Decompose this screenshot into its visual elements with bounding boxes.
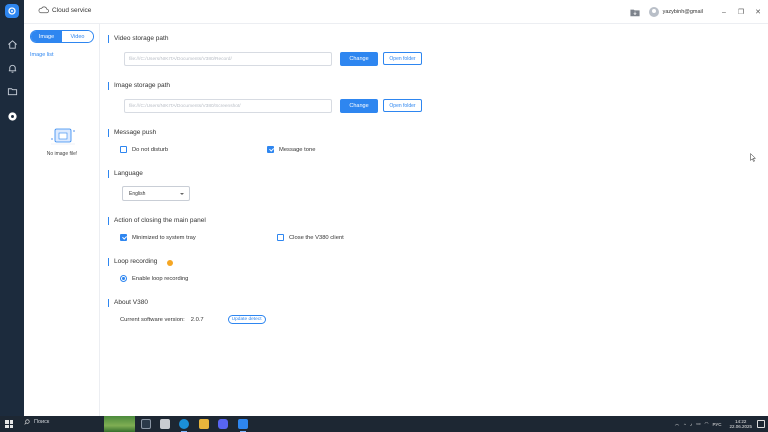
loop-recording-title: Loop recording	[108, 258, 157, 266]
checkbox-icon	[277, 234, 284, 241]
settings-panel: Video storage path file:///C:/Users/NIKI…	[100, 24, 768, 416]
edge-browser-icon[interactable]	[179, 419, 189, 432]
v380-app-window: Cloud service yazybinh@gmail – ❐ ✕ Image…	[0, 0, 768, 416]
video-path-field[interactable]: file:///C:/Users/NIKITA/Documents/V380/R…	[124, 52, 332, 66]
close-client-label: Close the V380 client	[289, 234, 344, 241]
download-folder-button[interactable]	[628, 5, 642, 19]
bell-icon	[8, 64, 16, 73]
start-button[interactable]	[5, 420, 13, 428]
windows-taskbar: Поиск ︿ ◔ ♪ ▭ ◠ РУС 14:22 22.06.2025	[0, 416, 768, 432]
message-tone-checkbox[interactable]: Message tone	[267, 146, 315, 153]
mouse-cursor-icon	[750, 153, 756, 162]
tab-image[interactable]: Image	[31, 31, 62, 42]
chevron-down-icon	[180, 193, 184, 195]
image-open-folder-button[interactable]: Open folder	[383, 99, 422, 112]
cloud-service-button[interactable]: Cloud service	[38, 6, 91, 14]
home-icon	[7, 39, 17, 49]
version-value: 2.0.7	[190, 316, 204, 323]
language-select[interactable]: English	[122, 186, 190, 201]
video-storage-title: Video storage path	[108, 35, 168, 43]
cloud-service-label: Cloud service	[52, 6, 92, 14]
media-panel: Image Video Image list No image file!	[24, 24, 100, 416]
media-type-toggle: Image Video	[30, 30, 94, 43]
checkbox-icon	[120, 146, 127, 153]
top-bar: Cloud service yazybinh@gmail – ❐ ✕	[24, 0, 768, 24]
minimize-to-tray-label: Minimized to system tray	[132, 234, 196, 241]
empty-state-text: No image file!	[46, 151, 78, 157]
cloud-icon	[38, 6, 49, 14]
checkbox-checked-icon	[267, 146, 274, 153]
message-push-title: Message push	[108, 129, 156, 137]
language-value: English	[129, 190, 146, 197]
image-change-button[interactable]: Change	[340, 99, 378, 113]
version-label: Current software version:	[120, 316, 185, 323]
closing-action-title: Action of closing the main panel	[108, 217, 206, 225]
discord-app-icon[interactable]	[218, 419, 228, 429]
home-nav-button[interactable]	[4, 36, 20, 52]
file-explorer-app-icon[interactable]	[160, 419, 170, 429]
video-change-button[interactable]: Change	[340, 52, 378, 66]
update-detect-button[interactable]: Update detect	[227, 315, 266, 324]
input-language[interactable]: РУС	[712, 422, 721, 427]
version-row: Current software version: 2.0.7 Update d…	[120, 315, 266, 324]
minimize-to-tray-checkbox[interactable]: Minimized to system tray	[120, 234, 196, 241]
avatar[interactable]	[648, 7, 659, 17]
weather-widget[interactable]	[104, 416, 135, 432]
video-open-folder-button[interactable]: Open folder	[383, 52, 422, 65]
taskbar-search[interactable]: Поиск	[24, 419, 49, 425]
wifi-icon[interactable]: ◠	[705, 421, 709, 427]
tab-video[interactable]: Video	[62, 31, 93, 42]
close-button[interactable]: ✕	[751, 5, 765, 19]
clock-date: 22.06.2025	[729, 424, 752, 429]
search-icon	[24, 419, 30, 425]
minimize-button[interactable]: –	[717, 5, 731, 19]
empty-folder-icon	[51, 128, 75, 145]
enable-loop-recording-radio[interactable]: Enable loop recording	[120, 275, 188, 282]
do-not-disturb-checkbox[interactable]: Do not disturb	[120, 146, 168, 153]
notification-icon[interactable]	[757, 420, 765, 428]
nav-rail	[0, 0, 24, 416]
language-title: Language	[108, 170, 143, 178]
maximize-button[interactable]: ❐	[734, 5, 748, 19]
do-not-disturb-label: Do not disturb	[132, 146, 169, 153]
info-warning-icon[interactable]	[167, 260, 173, 266]
folder-app-icon[interactable]	[199, 419, 209, 429]
alerts-nav-button[interactable]	[4, 60, 20, 76]
settings-nav-button[interactable]	[4, 108, 20, 124]
chevron-up-icon[interactable]: ︿	[675, 421, 680, 427]
message-tone-label: Message tone	[279, 146, 316, 153]
volume-icon[interactable]: ♪	[690, 422, 692, 427]
network-icon[interactable]: ◔	[683, 422, 686, 427]
image-storage-title: Image storage path	[108, 82, 170, 90]
task-view-icon[interactable]	[141, 419, 151, 429]
close-client-checkbox[interactable]: Close the V380 client	[277, 234, 344, 241]
folder-icon	[7, 87, 17, 95]
enable-loop-recording-label: Enable loop recording	[132, 275, 189, 282]
v380-logo-icon	[5, 4, 19, 18]
user-email[interactable]: yazybinh@gmail	[663, 9, 703, 15]
v380-taskbar-icon[interactable]	[238, 419, 248, 432]
about-title: About V380	[108, 299, 148, 307]
files-nav-button[interactable]	[4, 83, 20, 99]
folder-download-icon	[629, 9, 640, 16]
image-list-title: Image list	[30, 52, 54, 58]
search-label: Поиск	[34, 419, 50, 425]
settings-icon	[7, 111, 17, 121]
checkbox-checked-icon	[120, 234, 127, 241]
radio-selected-icon	[120, 275, 127, 282]
battery-icon[interactable]: ▭	[696, 421, 700, 427]
clock[interactable]: 14:22 22.06.2025	[729, 419, 752, 430]
image-path-field[interactable]: file:///C:/Users/NIKITA/Documents/V380/S…	[124, 99, 332, 113]
system-tray: ︿ ◔ ♪ ▭ ◠ РУС 14:22 22.06.2025	[675, 416, 752, 432]
